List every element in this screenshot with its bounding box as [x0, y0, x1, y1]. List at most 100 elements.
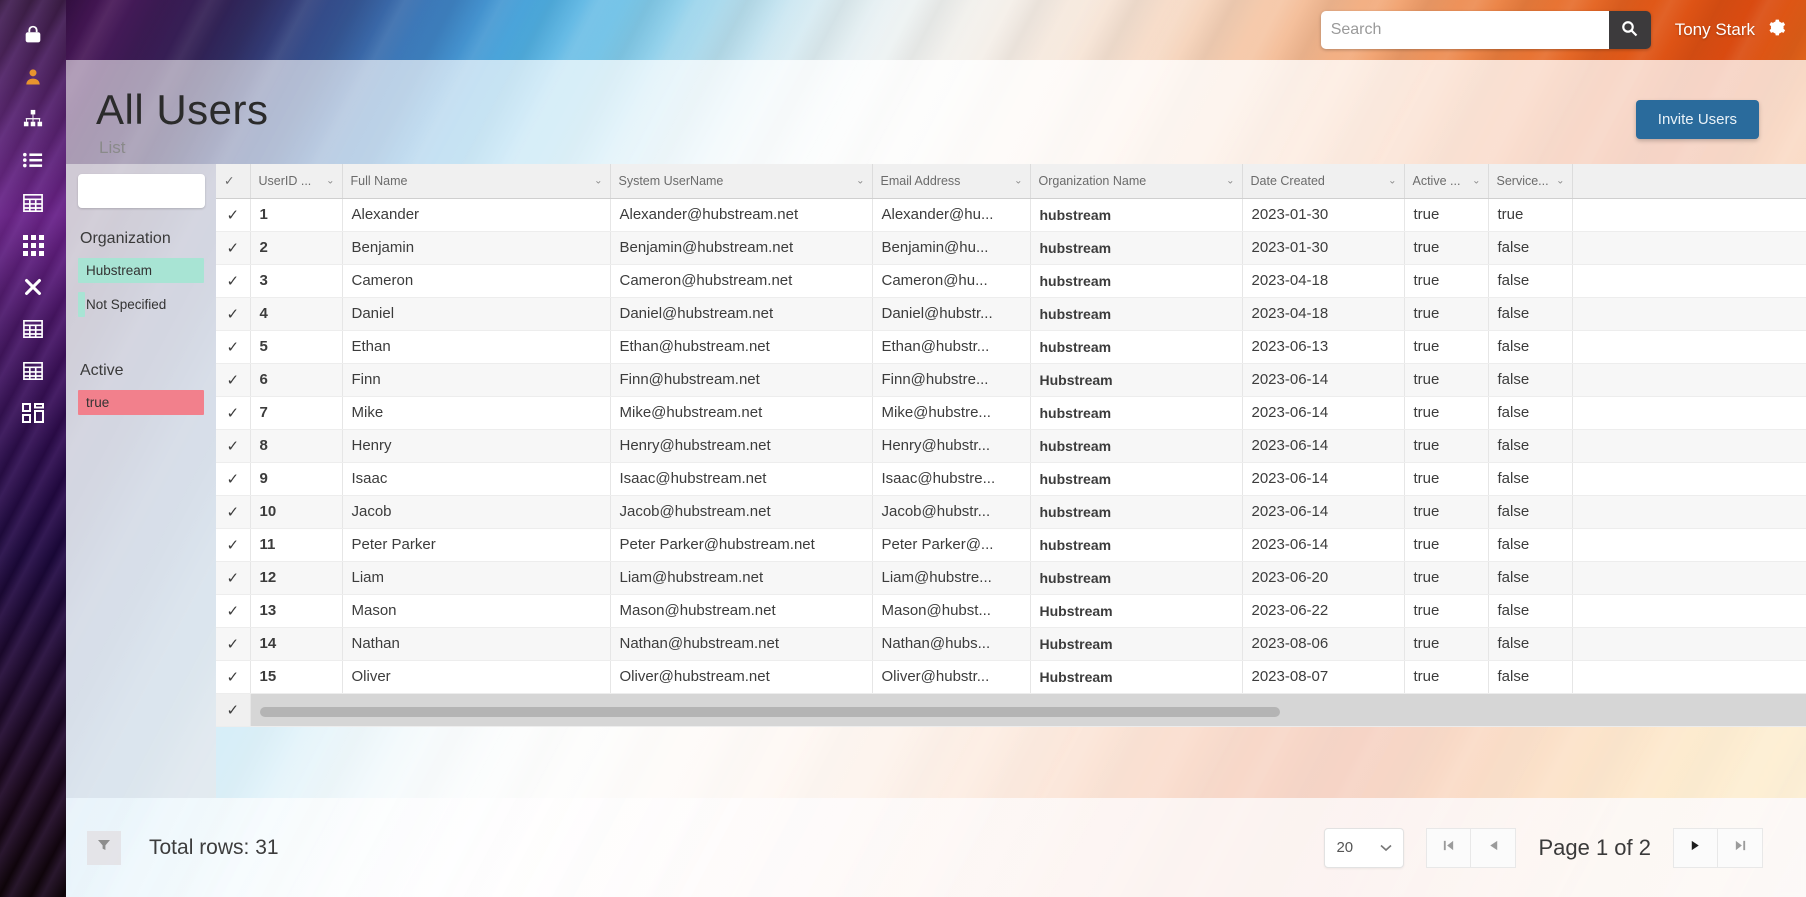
search-input[interactable]	[1320, 11, 1609, 49]
facet-group-organization: Organization Hubstream Not Specified	[78, 230, 204, 317]
row-checkbox[interactable]: ✓	[216, 297, 251, 331]
chevron-down-icon[interactable]: ⌄	[856, 175, 864, 186]
chevron-down-icon[interactable]: ⌄	[1014, 175, 1022, 186]
cell-id: 3	[250, 264, 343, 298]
first-page-button[interactable]	[1426, 827, 1472, 868]
sidebar-item-grid-dots[interactable]	[0, 224, 66, 266]
filter-toggle-button[interactable]	[87, 830, 121, 865]
invite-users-button[interactable]: Invite Users	[1635, 100, 1759, 139]
user-menu[interactable]: Tony Stark	[1675, 18, 1786, 42]
table-row[interactable]: ✓ 14 Nathan Nathan@hubstream.net Nathan@hubs…	[216, 627, 1806, 661]
table-row[interactable]: ✓ 7 Mike Mike@hubstream.net Mike@hubstre... h…	[216, 396, 1806, 430]
cell-date: 2023-06-13	[1242, 330, 1405, 364]
next-page-button[interactable]	[1673, 827, 1718, 868]
row-checkbox[interactable]: ✓	[216, 363, 251, 397]
cell-email: Jacob@hubstr...	[872, 495, 1031, 529]
page-title: All Users	[96, 86, 269, 133]
global-search-box[interactable]	[1320, 11, 1651, 49]
table-row[interactable]: ✓ 2 Benjamin Benjamin@hubstream.net Benjamin…	[216, 231, 1806, 265]
table-row[interactable]: ✓ 11 Peter Parker Peter Parker@hubstream.ne…	[216, 528, 1806, 562]
facet-item-hubstream[interactable]: Hubstream	[78, 258, 204, 283]
facet-group-title: Active	[80, 362, 124, 379]
facet-item-not-specified[interactable]: Not Specified	[78, 292, 204, 317]
table-row[interactable]: ✓ 3 Cameron Cameron@hubstream.net Cameron@hu…	[216, 264, 1806, 298]
row-checkbox[interactable]: ✓	[216, 495, 251, 529]
row-checkbox[interactable]: ✓	[216, 660, 251, 694]
row-checkbox[interactable]: ✓	[216, 528, 251, 562]
gear-icon[interactable]	[1767, 18, 1786, 42]
column-header-active[interactable]: Active ... ⌄	[1404, 164, 1489, 199]
cell-tail	[1572, 594, 1806, 628]
last-page-icon	[1734, 839, 1747, 857]
column-header-service[interactable]: Service... ⌄	[1488, 164, 1573, 199]
column-header-org[interactable]: Organization Name ⌄	[1030, 164, 1243, 199]
row-checkbox[interactable]: ✓	[216, 693, 251, 727]
table-row[interactable]: ✓ 5 Ethan Ethan@hubstream.net Ethan@hubstr..…	[216, 330, 1806, 364]
table-row[interactable]: ✓ 13 Mason Mason@hubstream.net Mason@hubst..…	[216, 594, 1806, 628]
cell-active: true	[1404, 198, 1489, 232]
table-row[interactable]: ✓ 6 Finn Finn@hubstream.net Finn@hubstre... H…	[216, 363, 1806, 397]
row-checkbox[interactable]: ✓	[216, 198, 251, 232]
previous-page-button[interactable]	[1471, 827, 1517, 868]
cell-org: hubstream	[1030, 495, 1243, 529]
sidebar-item-list[interactable]	[0, 140, 66, 182]
horizontal-scrollbar[interactable]	[250, 693, 1806, 727]
row-checkbox[interactable]: ✓	[216, 594, 251, 628]
sidebar-item-table-1[interactable]	[0, 182, 66, 224]
table-row[interactable]: ✓ 10 Jacob Jacob@hubstream.net Jacob@hubstr.…	[216, 495, 1806, 529]
cell-tail	[1572, 198, 1806, 232]
chevron-down-icon[interactable]: ⌄	[594, 175, 602, 186]
row-checkbox[interactable]: ✓	[216, 330, 251, 364]
sidebar-item-dashboard[interactable]	[0, 392, 66, 434]
table-row[interactable]: ✓ 1 Alexander Alexander@hubstream.net Alexan…	[216, 198, 1806, 232]
table-row[interactable]: ✓ 8 Henry Henry@hubstream.net Henry@hubstr..…	[216, 429, 1806, 463]
row-checkbox[interactable]: ✓	[216, 462, 251, 496]
column-header-full[interactable]: Full Name ⌄	[342, 164, 611, 199]
row-checkbox[interactable]: ✓	[216, 396, 251, 430]
sidebar-item-hierarchy[interactable]	[0, 98, 66, 140]
data-grid-container[interactable]: ✓ UserID ... ⌄ Full Name ⌄ System UserName ⌄ Em…	[216, 164, 1806, 798]
row-checkbox[interactable]: ✓	[216, 627, 251, 661]
cell-id: 14	[250, 627, 343, 661]
cell-date: 2023-06-14	[1242, 396, 1405, 430]
cell-email: Cameron@hu...	[872, 264, 1031, 298]
chevron-down-icon[interactable]: ⌄	[1388, 175, 1396, 186]
chevron-down-icon[interactable]: ⌄	[1226, 175, 1234, 186]
chevron-down-icon[interactable]: ⌄	[1556, 175, 1564, 186]
sidebar-item-table-2[interactable]	[0, 308, 66, 350]
row-checkbox[interactable]: ✓	[216, 429, 251, 463]
facet-item-active-true[interactable]: true	[78, 390, 204, 415]
cell-full: Isaac	[342, 462, 611, 496]
row-checkbox[interactable]: ✓	[216, 231, 251, 265]
chevron-down-icon[interactable]: ⌄	[1472, 175, 1480, 186]
search-button[interactable]	[1608, 11, 1651, 49]
table-row[interactable]: ✓ 15 Oliver Oliver@hubstream.net Oliver@hubs…	[216, 660, 1806, 694]
select-all-checkbox[interactable]: ✓	[216, 164, 251, 199]
table-row[interactable]: ✓ 9 Isaac Isaac@hubstream.net Isaac@hubstre.…	[216, 462, 1806, 496]
sidebar-item-table-3[interactable]	[0, 350, 66, 392]
previous-page-icon	[1487, 839, 1500, 857]
cell-full: Ethan	[342, 330, 611, 364]
total-rows-label: Total rows: 31	[149, 835, 279, 859]
column-header-tail[interactable]: ⌄	[1572, 164, 1806, 199]
chevron-down-icon[interactable]: ⌄	[326, 175, 334, 186]
column-header-date[interactable]: Date Created ⌄	[1242, 164, 1405, 199]
sidebar-item-close[interactable]	[0, 266, 66, 308]
facet-search-input[interactable]	[78, 174, 205, 208]
table-row[interactable]: ✓ 12 Liam Liam@hubstream.net Liam@hubstre...…	[216, 561, 1806, 595]
column-header-id[interactable]: UserID ... ⌄	[250, 164, 343, 199]
sidebar-item-user-profile[interactable]	[0, 56, 66, 98]
table-row[interactable]: ✓ 4 Daniel Daniel@hubstream.net Daniel@hubst…	[216, 297, 1806, 331]
column-header-user[interactable]: System UserName ⌄	[610, 164, 873, 199]
horizontal-scrollbar-row[interactable]: ✓	[216, 693, 1806, 727]
column-header-email[interactable]: Email Address ⌄	[872, 164, 1031, 199]
cell-email: Mason@hubst...	[872, 594, 1031, 628]
cell-id: 10	[250, 495, 343, 529]
facet-search-box[interactable]	[78, 174, 205, 208]
cell-org: hubstream	[1030, 198, 1243, 232]
last-page-button[interactable]	[1718, 827, 1763, 868]
row-checkbox[interactable]: ✓	[216, 561, 251, 595]
page-size-select[interactable]: 20	[1324, 827, 1405, 868]
scrollbar-thumb[interactable]	[259, 706, 1280, 717]
row-checkbox[interactable]: ✓	[216, 264, 251, 298]
